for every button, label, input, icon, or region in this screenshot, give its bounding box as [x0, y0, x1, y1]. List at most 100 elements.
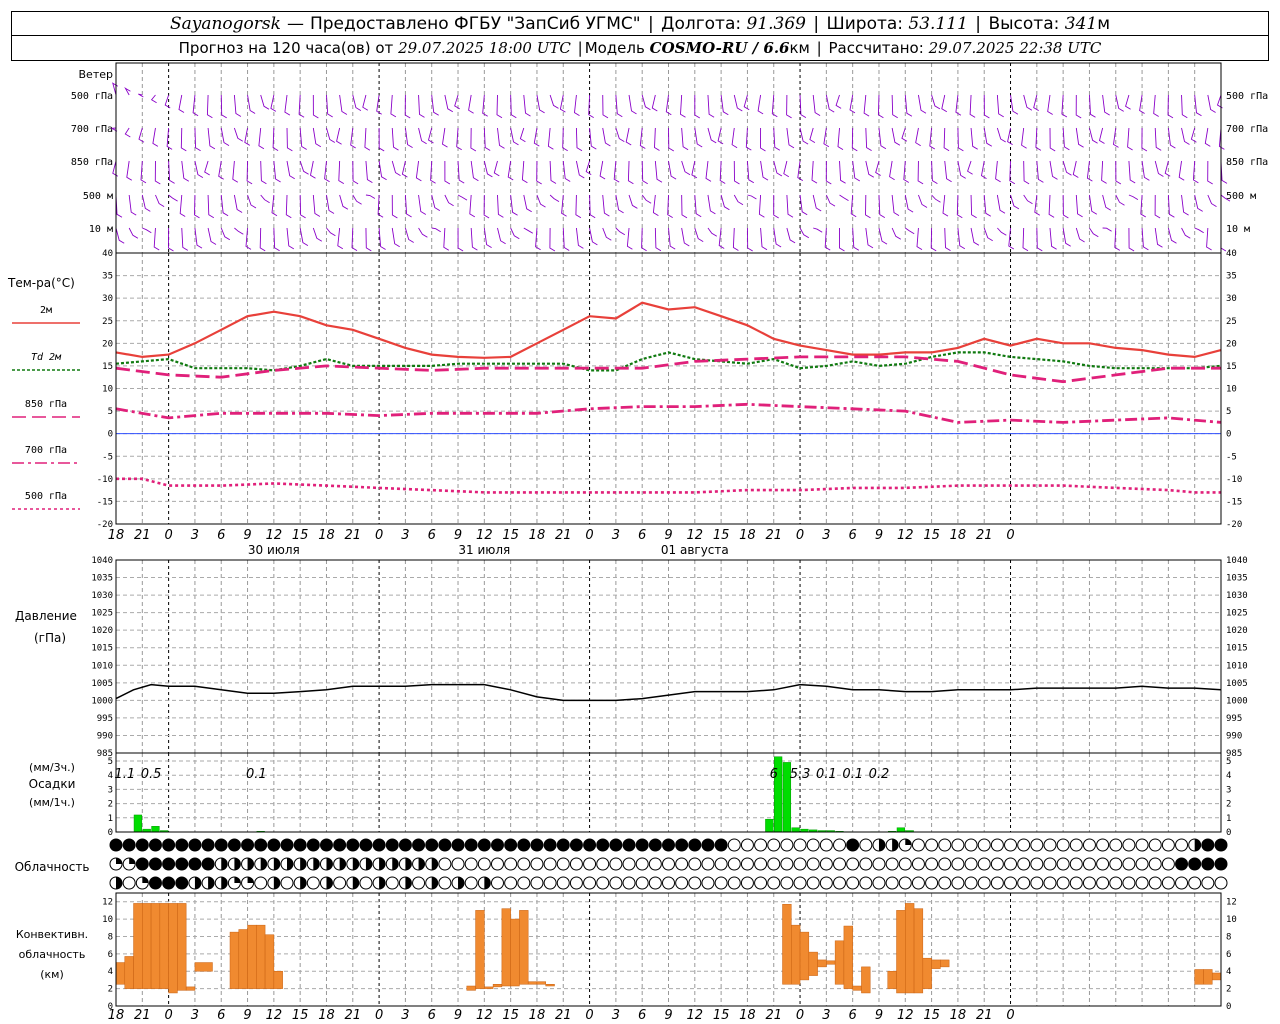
wind-barb — [668, 160, 677, 180]
cloud-symbol-fill — [234, 858, 241, 870]
temp-y-tick: 15 — [102, 362, 113, 372]
cloud-symbol-fill — [313, 858, 320, 870]
wind-barb — [1154, 160, 1164, 177]
wind-barb — [1207, 94, 1216, 113]
cloud-title: Облачность — [15, 860, 90, 874]
cloud-symbol — [398, 838, 412, 852]
wind-barb — [336, 127, 342, 145]
cloud-symbol — [569, 857, 583, 871]
cloud-symbol — [517, 857, 531, 871]
wind-barb — [1218, 127, 1225, 150]
wind-barb — [878, 227, 888, 245]
x-tick-label: 21 — [765, 1008, 782, 1023]
x-tick-label: 3 — [401, 1008, 409, 1023]
cloud-symbol — [1004, 857, 1018, 871]
conv-bar — [861, 966, 871, 994]
wind-barb — [694, 227, 704, 242]
cloud-symbol — [517, 876, 531, 890]
wind-barb — [427, 127, 434, 144]
cloud-symbol — [201, 838, 215, 852]
wind-barb — [639, 127, 646, 149]
wind-barb — [365, 227, 372, 252]
wind-barb — [1115, 94, 1124, 112]
wind-barb — [1216, 94, 1223, 109]
wind-barb — [457, 160, 465, 184]
precip-bar — [896, 827, 906, 833]
cloud-symbol — [346, 838, 360, 852]
x-tick-label: 21 — [345, 1008, 362, 1023]
wind-barb — [523, 194, 532, 213]
wind-barb — [773, 127, 781, 151]
temp-y-tick: 30 — [1226, 294, 1237, 304]
wind-barb — [457, 194, 468, 201]
precip-3h-total: 0.5 — [141, 767, 162, 782]
x-tick-label: 3 — [822, 528, 830, 543]
wind-barb — [207, 127, 216, 150]
cloud-symbol — [385, 838, 399, 852]
wind-barb — [454, 94, 460, 110]
x-tick-label: 15 — [502, 1008, 519, 1023]
conv-bar — [913, 908, 924, 994]
x-tick-label: 12 — [687, 528, 704, 543]
wind-barb — [547, 127, 554, 150]
cloud-symbol — [951, 876, 965, 890]
x-tick-label: 12 — [266, 528, 283, 543]
cloud-symbol — [333, 838, 347, 852]
wind-barb — [260, 194, 270, 204]
wind-barb — [1127, 127, 1133, 151]
cloud-symbol — [1043, 838, 1057, 852]
precip-3h-total: 0.1 — [842, 767, 863, 782]
cloud-symbol-fill — [247, 877, 254, 883]
conv-bar — [843, 925, 853, 989]
cloud-symbol — [1109, 857, 1123, 871]
wind-barb — [1167, 227, 1177, 244]
x-tick-label: 9 — [243, 528, 251, 543]
conv-y-tick: 4 — [108, 967, 113, 977]
cloud-symbol — [1122, 838, 1136, 852]
conv-bar — [159, 903, 169, 989]
cloud-symbol — [911, 857, 925, 871]
cloud-symbol-fill — [405, 858, 412, 870]
x-tick-label: 12 — [897, 528, 914, 543]
cloud-symbol — [477, 857, 491, 871]
cloud-symbol — [675, 876, 689, 890]
wind-barb — [391, 227, 400, 248]
precip-y-tick: 3 — [1226, 785, 1231, 795]
cloud-symbol — [806, 876, 820, 890]
wind-barb — [497, 127, 505, 149]
x-tick-label: 0 — [1006, 1008, 1014, 1023]
wind-barb — [378, 227, 386, 250]
cloud-symbol — [201, 857, 215, 871]
wind-barb — [1128, 160, 1136, 184]
cloud-symbol — [517, 838, 531, 852]
wind-barb — [589, 127, 597, 150]
cloud-symbol-fill — [878, 839, 885, 851]
conv-bar — [177, 903, 187, 991]
cloud-symbol — [477, 838, 491, 852]
wind-barb — [850, 194, 857, 218]
wind-barb — [799, 94, 807, 118]
wind-barb — [786, 94, 792, 119]
cloud-symbol — [412, 838, 426, 852]
precip-y-tick: 1 — [108, 814, 113, 824]
cloud-symbol — [1082, 876, 1096, 890]
wind-barb — [758, 194, 765, 218]
wind-barb — [1049, 127, 1056, 152]
cloud-symbol-fill — [379, 858, 386, 870]
wind-barb — [627, 160, 634, 185]
cloud-symbol — [214, 838, 228, 852]
wind-barb — [1154, 127, 1162, 151]
x-tick-label: 3 — [191, 1008, 199, 1023]
cloud-symbol — [859, 857, 873, 871]
wind-barb — [917, 94, 927, 114]
x-tick-label: 15 — [923, 528, 940, 543]
wind-level-label: 500 гПа — [1226, 91, 1268, 102]
wind-barb — [1181, 194, 1189, 216]
wind-barb — [720, 194, 730, 211]
precip-3h-total: 1.1 — [114, 767, 135, 782]
cloud-symbol — [1135, 857, 1149, 871]
temp-series-line — [115, 402, 1222, 424]
temp-y-tick: 30 — [102, 294, 113, 304]
wind-barb — [1033, 94, 1039, 111]
wind-barb — [247, 194, 257, 209]
